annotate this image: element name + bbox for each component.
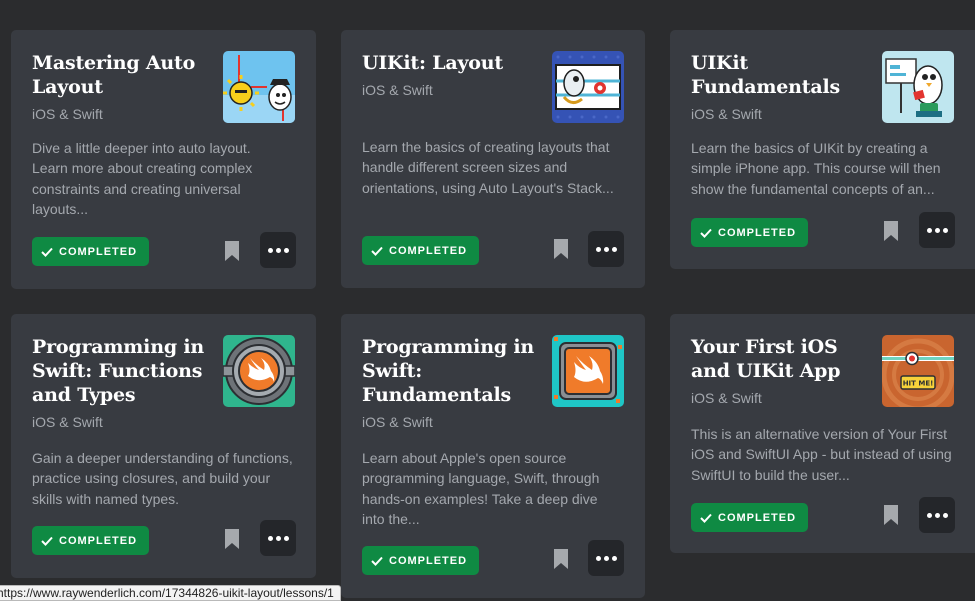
course-title[interactable]: UIKit Fundamentals <box>691 51 876 99</box>
course-category: iOS & Swift <box>362 82 433 98</box>
hit-me-artwork-label: HIT ME! <box>903 380 934 388</box>
course-category: iOS & Swift <box>691 106 762 122</box>
completed-label: COMPLETED <box>59 245 138 258</box>
completed-badge: COMPLETED <box>691 218 809 247</box>
course-title[interactable]: Programming in Swift: Functions and Type… <box>32 335 217 407</box>
completed-badge: COMPLETED <box>362 546 480 575</box>
course-card-programming-in-swift-functions-and-types[interactable]: Programming in Swift: Functions and Type… <box>11 314 316 578</box>
bookmark-icon[interactable] <box>224 240 240 262</box>
course-description: Dive a little deeper into auto layout. L… <box>32 140 253 217</box>
completed-label: COMPLETED <box>59 534 138 547</box>
checkmark-icon <box>371 246 383 256</box>
bookmark-icon[interactable] <box>553 548 569 570</box>
more-horizontal-icon <box>267 247 273 253</box>
checkmark-icon <box>700 513 712 523</box>
bookmark-icon[interactable] <box>224 528 240 550</box>
course-artwork-image <box>223 335 295 407</box>
checkmark-icon <box>41 536 53 546</box>
more-horizontal-icon <box>595 555 601 561</box>
completed-badge: COMPLETED <box>362 236 480 265</box>
course-card-uikit-layout[interactable]: UIKit: Layout iOS & Swift Learn the basi… <box>341 30 645 288</box>
course-description: Learn the basics of creating layouts tha… <box>362 139 614 196</box>
more-options-button[interactable] <box>260 232 296 268</box>
course-card-mastering-auto-layout[interactable]: Mastering Auto Layout iOS & Swift Dive a… <box>11 30 316 289</box>
checkmark-icon <box>371 556 383 566</box>
more-options-button[interactable] <box>260 520 296 556</box>
course-title[interactable]: Programming in Swift: Fundamentals <box>362 335 547 407</box>
course-artwork-image: HIT ME! <box>882 335 954 407</box>
checkmark-icon <box>41 247 53 257</box>
more-options-button[interactable] <box>919 497 955 533</box>
completed-badge: COMPLETED <box>32 526 150 555</box>
completed-label: COMPLETED <box>389 554 468 567</box>
browser-status-url: https://www.raywenderlich.com/17344826-u… <box>0 585 341 601</box>
course-category: iOS & Swift <box>691 390 762 406</box>
bookmark-icon[interactable] <box>883 504 899 526</box>
course-description: Learn about Apple's open source programm… <box>362 450 600 527</box>
course-title[interactable]: UIKit: Layout <box>362 51 547 75</box>
course-card-uikit-fundamentals[interactable]: UIKit Fundamentals iOS & Swift Learn the… <box>670 30 975 269</box>
course-category: iOS & Swift <box>32 414 103 430</box>
more-options-button[interactable] <box>919 212 955 248</box>
course-description: Gain a deeper understanding of functions… <box>32 450 293 507</box>
more-options-button[interactable] <box>588 231 624 267</box>
course-artwork-image <box>223 51 295 123</box>
course-category: iOS & Swift <box>362 414 433 430</box>
course-title[interactable]: Mastering Auto Layout <box>32 51 217 99</box>
completed-label: COMPLETED <box>389 244 468 257</box>
more-horizontal-icon <box>926 512 932 518</box>
course-card-your-first-ios-and-uikit-app[interactable]: Your First iOS and UIKit App iOS & Swift… <box>670 314 975 553</box>
course-card-programming-in-swift-fundamentals[interactable]: Programming in Swift: Fundamentals iOS &… <box>341 314 645 598</box>
completed-badge: COMPLETED <box>32 237 150 266</box>
course-description: This is an alternative version of Your F… <box>691 426 952 483</box>
checkmark-icon <box>700 228 712 238</box>
course-title[interactable]: Your First iOS and UIKit App <box>691 335 876 383</box>
course-artwork-image <box>552 335 624 407</box>
more-horizontal-icon <box>926 227 932 233</box>
course-artwork-image <box>552 51 624 123</box>
bookmark-icon[interactable] <box>553 238 569 260</box>
more-horizontal-icon <box>595 246 601 252</box>
completed-label: COMPLETED <box>718 511 797 524</box>
bookmark-icon[interactable] <box>883 220 899 242</box>
more-horizontal-icon <box>267 535 273 541</box>
course-category: iOS & Swift <box>32 106 103 122</box>
completed-badge: COMPLETED <box>691 503 809 532</box>
more-options-button[interactable] <box>588 540 624 576</box>
course-description: Learn the basics of UIKit by creating a … <box>691 140 941 197</box>
course-artwork-image <box>882 51 954 123</box>
completed-label: COMPLETED <box>718 226 797 239</box>
